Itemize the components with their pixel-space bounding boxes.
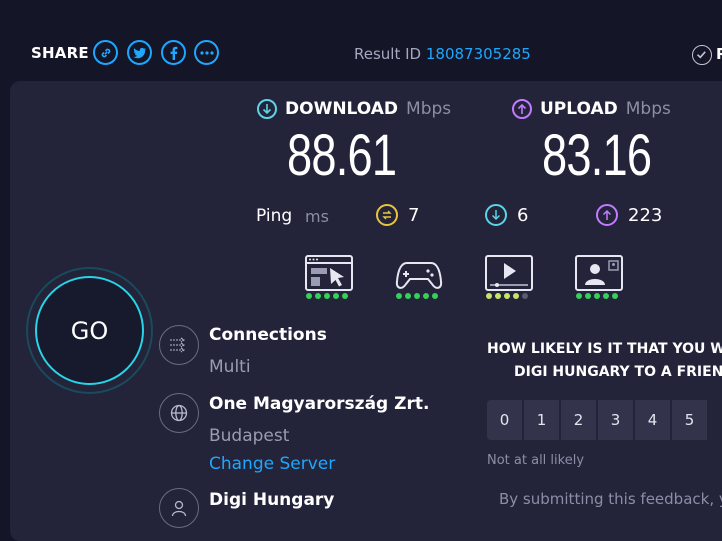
download-label: DOWNLOAD — [285, 99, 399, 119]
connections-value: Multi — [209, 357, 251, 377]
video-chat-icon — [575, 255, 623, 291]
twitter-icon — [132, 47, 146, 58]
video-chat-rating — [576, 293, 618, 299]
user-icon — [159, 488, 199, 528]
web-browsing-icon — [305, 255, 353, 291]
upload-latency-icon — [596, 204, 618, 226]
download-arrow-icon — [257, 99, 277, 119]
upload-header: UPLOAD Mbps — [512, 99, 671, 119]
ping-unit: ms — [305, 207, 329, 226]
link-icon — [101, 48, 110, 57]
rating-scale: 0 1 2 3 4 5 — [487, 400, 707, 440]
more-icon — [199, 50, 214, 55]
video-streaming-icon — [485, 255, 533, 291]
download-latency-icon — [485, 204, 507, 226]
rating-option-4[interactable]: 4 — [635, 400, 670, 440]
video-streaming-rating — [486, 293, 528, 299]
result-id-link[interactable]: 18087305285 — [426, 45, 531, 63]
web-browsing-rating — [306, 293, 348, 299]
upload-arrow-icon — [512, 99, 532, 119]
facebook-icon — [170, 46, 177, 60]
rating-option-3[interactable]: 3 — [598, 400, 633, 440]
result-id-label: Result ID — [354, 45, 422, 63]
ping-download-value: 6 — [517, 204, 529, 226]
rating-option-1[interactable]: 1 — [524, 400, 559, 440]
share-twitter-button[interactable] — [127, 40, 152, 65]
download-speed-value: 88.61 — [287, 123, 397, 188]
check-icon — [692, 45, 712, 65]
go-button-label: GO — [70, 316, 109, 345]
connections-title: Connections — [209, 325, 327, 345]
upload-speed-value: 83.16 — [542, 123, 652, 188]
share-facebook-button[interactable] — [161, 40, 186, 65]
change-server-link[interactable]: Change Server — [209, 454, 335, 474]
survey-question-line2: DIGI HUNGARY TO A FRIEN — [514, 364, 722, 380]
idle-latency-icon — [376, 204, 398, 226]
ping-download: 6 — [485, 204, 528, 226]
ping-idle-value: 7 — [408, 204, 420, 226]
upload-unit: Mbps — [625, 99, 671, 119]
survey-question-line1: HOW LIKELY IS IT THAT YOU W — [487, 341, 722, 357]
connections-icon — [159, 325, 199, 365]
upload-label: UPLOAD — [540, 99, 618, 119]
ping-upload-value: 223 — [628, 204, 663, 226]
ping-upload: 223 — [596, 204, 662, 226]
share-label: SHARE — [31, 44, 89, 62]
rating-option-0[interactable]: 0 — [487, 400, 522, 440]
ping-idle: 7 — [376, 204, 419, 226]
rating-option-2[interactable]: 2 — [561, 400, 596, 440]
ping-label: Ping — [256, 206, 293, 226]
rating-option-5[interactable]: 5 — [672, 400, 707, 440]
gaming-icon — [395, 262, 443, 289]
share-link-button[interactable] — [93, 40, 118, 65]
share-more-button[interactable] — [194, 40, 219, 65]
globe-icon — [159, 393, 199, 433]
download-unit: Mbps — [406, 99, 452, 119]
server-name: One Magyarország Zrt. — [209, 394, 430, 414]
provider-name: Digi Hungary — [209, 490, 335, 510]
gaming-rating — [396, 293, 438, 299]
result-id-container: Result ID 18087305285 — [354, 45, 531, 63]
server-location: Budapest — [209, 426, 290, 446]
scale-low-label: Not at all likely — [487, 453, 585, 468]
feedback-disclaimer: By submitting this feedback, y — [499, 490, 722, 508]
download-header: DOWNLOAD Mbps — [257, 99, 451, 119]
results-link-text[interactable]: R — [716, 45, 722, 63]
go-button[interactable]: GO — [35, 276, 144, 385]
